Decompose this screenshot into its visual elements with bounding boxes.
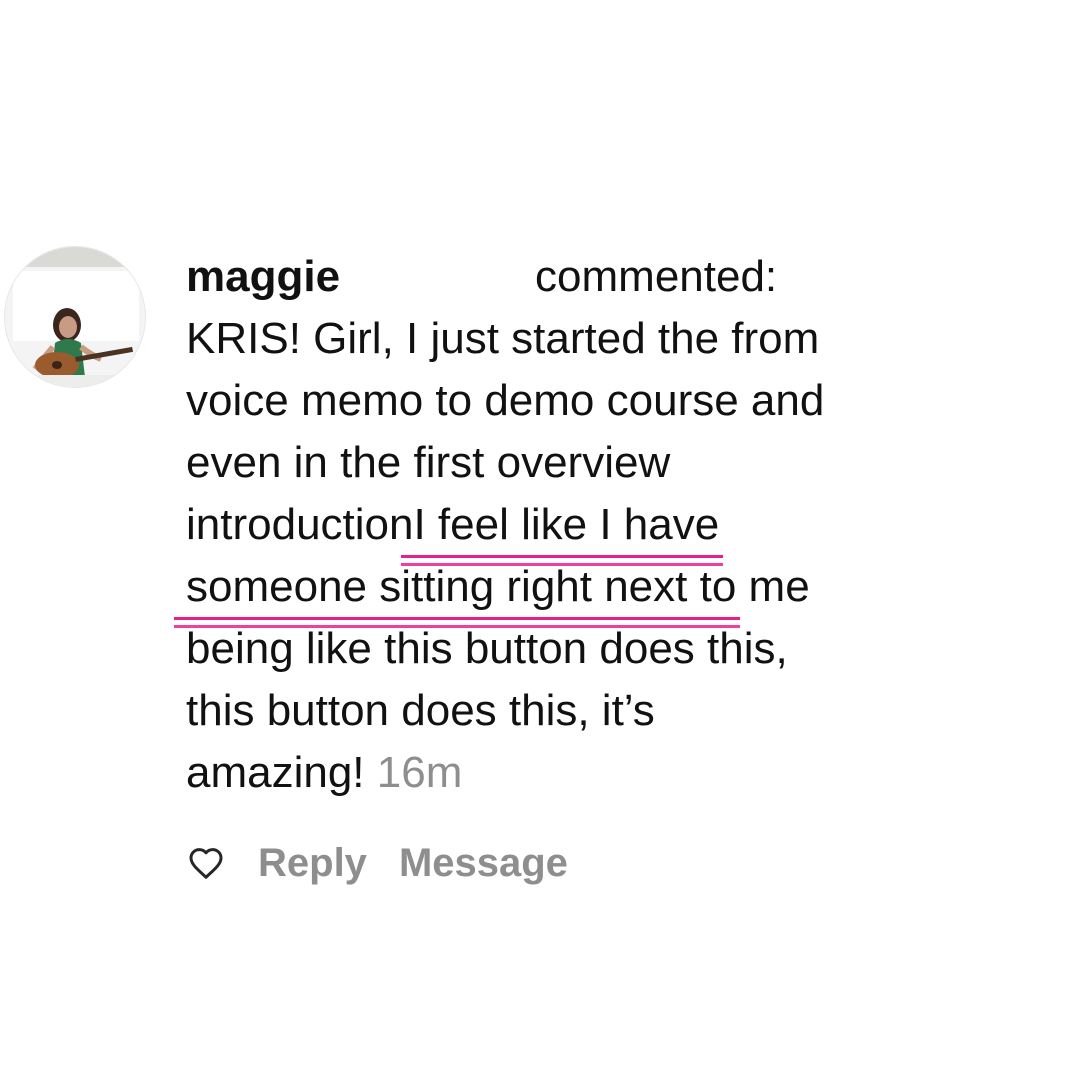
highlighted-text: someone sitting right next to xyxy=(173,556,741,628)
comment-line: this button does this, it’s xyxy=(186,686,655,735)
comment-text: introduction xyxy=(186,500,414,549)
comment-line: being like this button does this, xyxy=(186,624,788,673)
comment-body: maggie commented: KRIS! Girl, I just star… xyxy=(173,246,1066,804)
comment-text: me xyxy=(736,562,810,611)
comment-line: voice memo to demo course and xyxy=(186,376,825,425)
message-button[interactable]: Message xyxy=(399,841,568,886)
username[interactable]: maggie xyxy=(186,252,340,301)
reply-button[interactable]: Reply xyxy=(258,841,367,886)
highlighted-text: I feel like I have xyxy=(401,494,723,566)
comment-line: KRIS! Girl, I just started the from xyxy=(186,314,820,363)
redacted-name xyxy=(340,254,536,305)
comment-actions: Reply Message xyxy=(186,838,568,888)
comment-line: amazing! 16m xyxy=(186,742,1066,804)
avatar-photo xyxy=(5,247,145,387)
comment-line: someone sitting right next to me xyxy=(173,556,1066,628)
comment-line: even in the first overview xyxy=(186,438,671,487)
heart-outline-icon[interactable] xyxy=(186,843,226,883)
comment-text: amazing! xyxy=(186,748,365,797)
avatar[interactable] xyxy=(4,246,146,388)
timestamp: 16m xyxy=(376,748,463,797)
commented-label: commented: xyxy=(535,252,778,301)
comment-line: introduction I feel like I have xyxy=(186,494,1066,566)
comment-header: maggie commented: xyxy=(186,246,1066,308)
